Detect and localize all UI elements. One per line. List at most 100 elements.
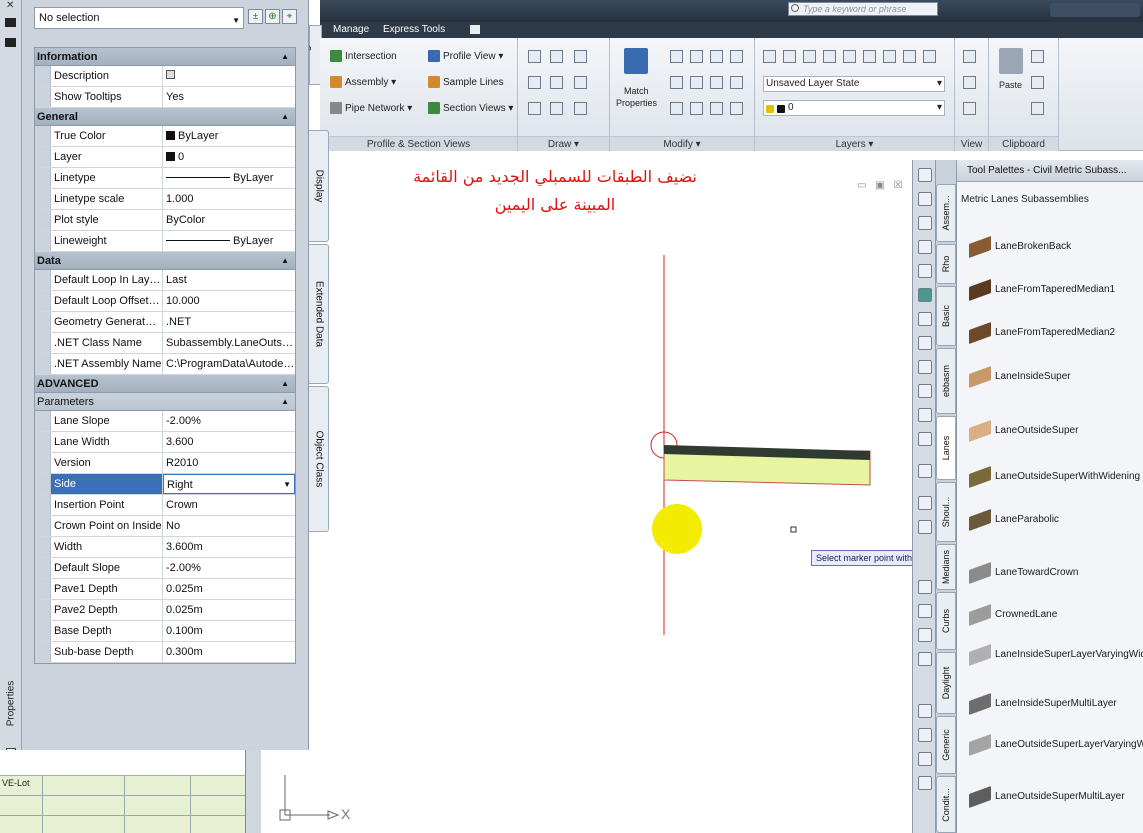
- sheet-scrollbar[interactable]: [245, 750, 261, 833]
- close-icon[interactable]: ✕: [6, 0, 14, 11]
- selection-dropdown[interactable]: No selection ▼: [34, 7, 244, 29]
- toggle-pickadd-icon[interactable]: ±: [248, 9, 263, 24]
- property-row[interactable]: Default Slope -2.00%: [35, 558, 295, 579]
- paste-special-icon[interactable]: [1031, 102, 1044, 115]
- sheet-grid[interactable]: [0, 775, 245, 833]
- layer-isolate-icon[interactable]: [783, 50, 796, 63]
- tool-icon[interactable]: [918, 776, 932, 790]
- layer-off-icon[interactable]: [823, 50, 836, 63]
- section-information[interactable]: Information ▲: [35, 48, 295, 66]
- tool-icon[interactable]: [918, 464, 932, 478]
- tool-icon[interactable]: [918, 652, 932, 666]
- tab-options-icon[interactable]: [470, 25, 480, 34]
- layer-properties-icon[interactable]: [763, 50, 776, 63]
- property-row[interactable]: Lineweight ByLayer: [35, 231, 295, 252]
- rotate-icon[interactable]: [710, 50, 723, 63]
- section-general[interactable]: General ▲: [35, 108, 295, 126]
- property-row[interactable]: Lane Slope -2.00%: [35, 411, 295, 432]
- arc-icon[interactable]: [574, 50, 587, 63]
- layer-match-icon[interactable]: [863, 50, 876, 63]
- palette-menu-icon[interactable]: [5, 38, 16, 47]
- tool-icon[interactable]: [918, 408, 932, 422]
- cut-icon[interactable]: [1031, 50, 1044, 63]
- property-row[interactable]: .NET Class Name Subassembly.LaneOutside..…: [35, 333, 295, 354]
- intersection-button[interactable]: Intersection: [330, 50, 397, 64]
- property-row[interactable]: Lane Width 3.600: [35, 432, 295, 453]
- tab-shoulders[interactable]: Shoul...: [936, 482, 956, 542]
- property-row[interactable]: Layer 0: [35, 147, 295, 168]
- tab-basic[interactable]: Basic: [936, 286, 956, 346]
- tab-extended-data[interactable]: Extended Data: [309, 244, 329, 384]
- tab-conditional[interactable]: Condit...: [936, 776, 956, 833]
- property-row[interactable]: True Color ByLayer: [35, 126, 295, 147]
- tab-assemblies[interactable]: Assem...: [936, 184, 956, 242]
- stretch-icon[interactable]: [670, 76, 683, 89]
- ellipse-icon[interactable]: [550, 102, 563, 115]
- tool-icon[interactable]: [918, 728, 932, 742]
- tab-curbs[interactable]: Curbs: [936, 592, 956, 650]
- tab-medians[interactable]: Medians: [936, 544, 956, 590]
- tool-icon[interactable]: [918, 704, 932, 718]
- tool-icon[interactable]: [918, 312, 932, 326]
- property-row[interactable]: Plot style ByColor: [35, 210, 295, 231]
- hatch-icon[interactable]: [574, 102, 587, 115]
- copy-clip-icon[interactable]: [1031, 76, 1044, 89]
- sample-lines-button[interactable]: Sample Lines: [428, 76, 504, 90]
- property-row[interactable]: Description: [35, 66, 295, 87]
- paste-icon[interactable]: [999, 48, 1023, 74]
- tab-lanes[interactable]: Lanes: [936, 416, 956, 480]
- tab-rho[interactable]: Rho: [936, 244, 956, 284]
- tool-icon[interactable]: [918, 192, 932, 206]
- tab-generic[interactable]: Generic: [936, 716, 956, 774]
- match-properties-icon[interactable]: [624, 48, 648, 74]
- property-row[interactable]: .NET Assembly Name C:\ProgramData\Autodes…: [35, 354, 295, 375]
- property-row[interactable]: Geometry Generate Mo....NET: [35, 312, 295, 333]
- select-objects-icon[interactable]: ⊕: [265, 9, 280, 24]
- pipe-network-button[interactable]: Pipe Network ▾: [330, 102, 412, 116]
- property-row[interactable]: Crown Point on Inside No: [35, 516, 295, 537]
- viewport-controls[interactable]: ▭ ▣ ☒: [857, 180, 905, 191]
- pan-icon[interactable]: [963, 50, 976, 63]
- tool-icon[interactable]: [918, 580, 932, 594]
- mirror-icon[interactable]: [730, 50, 743, 63]
- tab-manage[interactable]: Manage: [328, 23, 374, 37]
- property-row[interactable]: Default Loop Offset In ... 10.000: [35, 291, 295, 312]
- current-layer-dropdown[interactable]: 0 ▾: [763, 100, 945, 116]
- property-row[interactable]: Show Tooltips Yes: [35, 87, 295, 108]
- tab-object-class[interactable]: Object Class: [309, 386, 329, 532]
- layer-state-dropdown[interactable]: Unsaved Layer State ▾: [763, 76, 945, 92]
- property-row[interactable]: Linetype ByLayer: [35, 168, 295, 189]
- layer-freeze-icon[interactable]: [803, 50, 816, 63]
- property-row[interactable]: Pave1 Depth 0.025m: [35, 579, 295, 600]
- property-row[interactable]: Insertion Point Crown: [35, 495, 295, 516]
- section-advanced[interactable]: ADVANCED ▲: [35, 375, 295, 393]
- palette-close-icon[interactable]: [918, 168, 932, 182]
- search-input[interactable]: Type a keyword or phrase: [788, 2, 938, 16]
- tab-ebbasm[interactable]: ebbasm: [936, 348, 956, 414]
- xline-icon[interactable]: [528, 76, 541, 89]
- property-row-side[interactable]: Side Right ▼: [35, 474, 295, 495]
- property-row[interactable]: Sub-base Depth 0.300m: [35, 642, 295, 663]
- property-row[interactable]: Base Depth 0.100m: [35, 621, 295, 642]
- quick-select-icon[interactable]: ⌖: [282, 9, 297, 24]
- section-views-button[interactable]: Section Views ▾: [428, 102, 513, 116]
- tab-daylight[interactable]: Daylight: [936, 652, 956, 714]
- autohide-icon[interactable]: [5, 18, 16, 27]
- orbit-icon[interactable]: [963, 76, 976, 89]
- tab-express-tools[interactable]: Express Tools: [378, 23, 450, 37]
- copy-icon[interactable]: [690, 50, 703, 63]
- tool-icon[interactable]: [918, 496, 932, 510]
- layer-lock-icon[interactable]: [843, 50, 856, 63]
- tool-icon[interactable]: [918, 432, 932, 446]
- tool-icon[interactable]: [918, 264, 932, 278]
- assembly-button[interactable]: Assembly ▾: [330, 76, 396, 90]
- tool-icon[interactable]: [918, 752, 932, 766]
- line-icon[interactable]: [528, 50, 541, 63]
- globe-icon[interactable]: [918, 288, 932, 302]
- extend-icon[interactable]: [730, 76, 743, 89]
- circle-icon[interactable]: [550, 76, 563, 89]
- spline-icon[interactable]: [528, 102, 541, 115]
- rectangle-icon[interactable]: [574, 76, 587, 89]
- tool-icon[interactable]: [918, 360, 932, 374]
- zoom-icon[interactable]: [963, 102, 976, 115]
